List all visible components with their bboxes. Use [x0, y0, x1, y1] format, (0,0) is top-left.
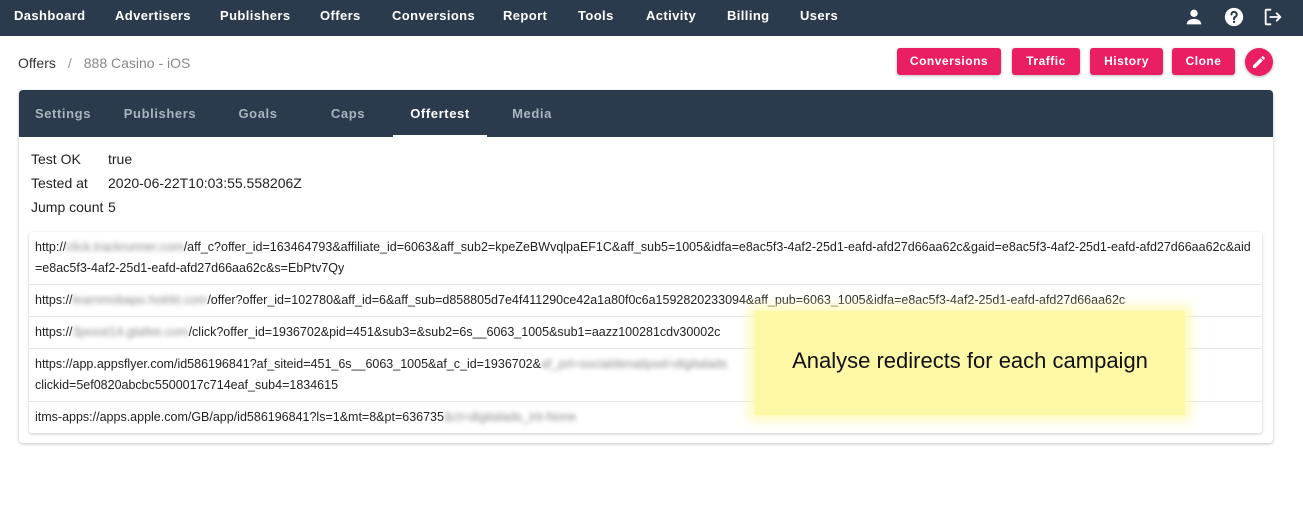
nav-users[interactable]: Users: [800, 0, 838, 36]
logout-icon[interactable]: [1262, 6, 1284, 28]
nav-publishers[interactable]: Publishers: [220, 0, 290, 36]
nav-activity[interactable]: Activity: [646, 0, 696, 36]
breadcrumb-offers-link[interactable]: Offers: [18, 55, 56, 71]
history-button[interactable]: History: [1090, 48, 1163, 75]
account-icon[interactable]: [1183, 6, 1205, 28]
breadcrumb-separator: /: [67, 55, 72, 71]
test-ok-label: Test OK: [31, 151, 81, 167]
jump-count-row: Jump count 5: [31, 197, 116, 217]
nav-conversions[interactable]: Conversions: [392, 0, 475, 36]
nav-dashboard[interactable]: Dashboard: [14, 0, 86, 36]
test-ok-row: Test OK true: [31, 149, 132, 169]
tab-media[interactable]: Media: [494, 90, 570, 137]
jump-count-value: 5: [108, 199, 116, 215]
nav-report[interactable]: Report: [503, 0, 547, 36]
tested-at-row: Tested at 2020-06-22T10:03:55.558206Z: [31, 173, 302, 193]
tested-at-label: Tested at: [31, 175, 88, 191]
edit-button[interactable]: [1245, 48, 1273, 76]
clone-button[interactable]: Clone: [1172, 48, 1235, 75]
jump-count-label: Jump count: [31, 199, 104, 215]
tested-at-value: 2020-06-22T10:03:55.558206Z: [108, 175, 302, 191]
callout-note: Analyse redirects for each campaign: [755, 311, 1185, 415]
tab-settings[interactable]: Settings: [19, 90, 107, 137]
pencil-icon: [1253, 55, 1265, 68]
tab-offertest[interactable]: Offertest: [393, 90, 487, 137]
nav-advertisers[interactable]: Advertisers: [115, 0, 191, 36]
traffic-button[interactable]: Traffic: [1012, 48, 1080, 75]
tab-goals[interactable]: Goals: [219, 90, 297, 137]
nav-billing[interactable]: Billing: [727, 0, 770, 36]
breadcrumb-current: 888 Casino - iOS: [83, 55, 191, 71]
conversions-button[interactable]: Conversions: [897, 48, 1001, 75]
breadcrumb: Offers / 888 Casino - iOS: [18, 54, 190, 72]
nav-tools[interactable]: Tools: [578, 0, 614, 36]
top-nav: Dashboard Advertisers Publishers Offers …: [0, 0, 1303, 36]
help-icon[interactable]: [1223, 6, 1245, 28]
test-ok-value: true: [108, 151, 133, 167]
tab-bar: Settings Publishers Goals Caps Offertest…: [19, 90, 1273, 137]
redirect-item[interactable]: http://click.trackrunner.com/aff_c?offer…: [29, 232, 1262, 285]
tab-publishers[interactable]: Publishers: [111, 90, 209, 137]
tab-caps[interactable]: Caps: [309, 90, 387, 137]
nav-offers[interactable]: Offers: [320, 0, 361, 36]
